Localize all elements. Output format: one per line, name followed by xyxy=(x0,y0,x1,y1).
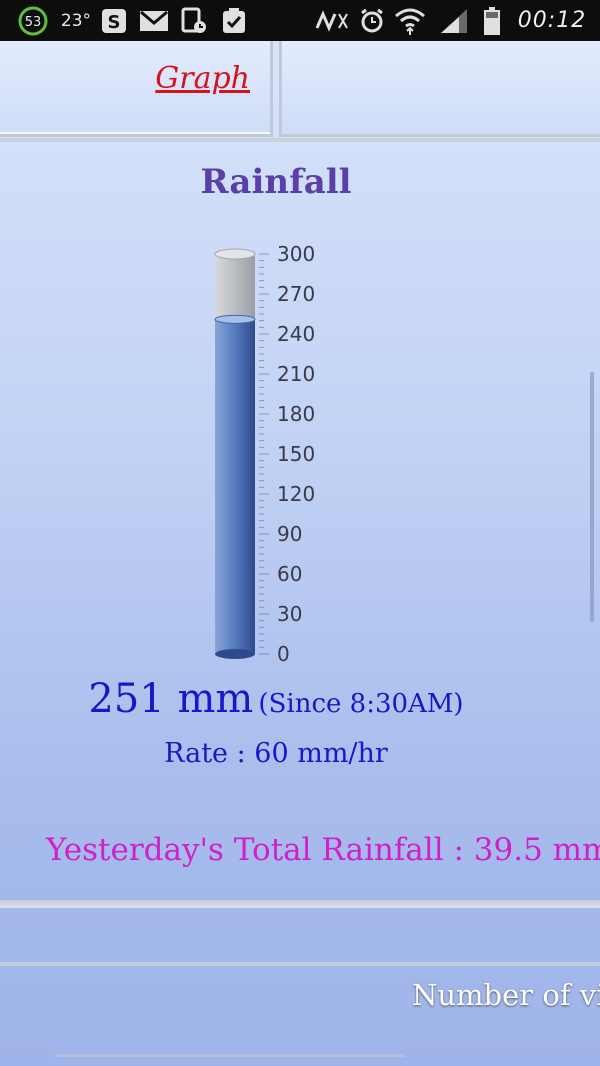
task-icon xyxy=(220,0,248,41)
rainfall-gauge-svg: 3002702402101801501209060300 xyxy=(214,242,315,666)
temperature-text: 23° xyxy=(60,10,92,31)
scrollbar[interactable] xyxy=(590,372,594,622)
top-bar: Graph xyxy=(0,41,600,138)
gauge-tick-label: 180 xyxy=(277,402,315,426)
wifi-icon xyxy=(394,0,426,41)
gauge-tick-label: 90 xyxy=(277,522,302,546)
gauge-tick-label: 60 xyxy=(277,562,302,586)
gauge-tick-label: 30 xyxy=(277,602,302,626)
gauge-tick-label: 0 xyxy=(277,642,290,666)
rainfall-value: 251 mm xyxy=(88,676,254,722)
visitor-counter-text: Number of vi xyxy=(412,978,600,1012)
gauge-empty xyxy=(215,254,255,320)
divider xyxy=(0,962,600,966)
gauge-tick-label: 120 xyxy=(277,482,315,506)
gauge-fill xyxy=(215,319,255,654)
gauge-bottom-cap xyxy=(215,649,255,659)
graph-link[interactable]: Graph xyxy=(155,61,250,96)
status-bar: 53 23° S 00:12 xyxy=(0,0,600,41)
gauge-tick-label: 150 xyxy=(277,442,315,466)
rainfall-gauge: 300 270 240 210 180 150 120 90 60 30 0 xyxy=(195,238,355,672)
divider xyxy=(55,1054,405,1057)
graph-panel: Graph xyxy=(0,41,273,137)
svg-text:S: S xyxy=(108,12,121,33)
gauge-tick-label: 240 xyxy=(277,322,315,346)
gauge-fill-level xyxy=(214,314,256,324)
divider xyxy=(0,138,600,142)
signal-icon xyxy=(438,0,470,41)
battery-saver-icon: 53 xyxy=(16,0,50,41)
notification-count: 53 xyxy=(25,15,42,30)
rainfall-reading: 251 mm (Since 8:30AM) xyxy=(0,676,552,722)
skype-icon: S xyxy=(100,0,128,41)
battery-icon xyxy=(480,0,504,41)
clock: 00:12 xyxy=(517,8,587,33)
nfc-icon xyxy=(312,0,352,41)
header-right-panel xyxy=(279,41,600,137)
gmail-icon xyxy=(138,0,170,41)
gauge-tick-label: 300 xyxy=(277,242,315,266)
rainfall-rate: Rate : 60 mm/hr xyxy=(164,738,388,769)
divider xyxy=(0,900,600,908)
gauge-tick-label: 210 xyxy=(277,362,315,386)
alarm-icon xyxy=(358,0,386,41)
rainfall-since: (Since 8:30AM) xyxy=(258,689,464,719)
gauge-tick-label: 270 xyxy=(277,282,315,306)
gauge-title: Rainfall xyxy=(200,162,352,202)
yesterday-total-rainfall: Yesterday's Total Rainfall : 39.5 mm xyxy=(46,832,600,868)
gauge-top-cap xyxy=(214,248,256,260)
calendar-icon xyxy=(180,0,208,41)
